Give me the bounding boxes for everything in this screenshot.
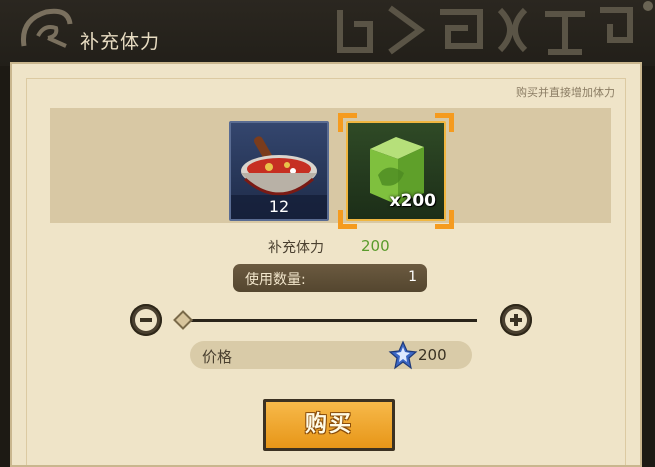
item-count-stew: 12 [231,195,327,219]
minus-icon [140,318,152,322]
increase-button[interactable] [500,304,532,336]
dialog-header: 补充体力 [0,0,655,66]
price-value: 200 [418,346,447,364]
hint-text: 购买并直接增加体力 [516,86,615,99]
item-strip [50,108,611,223]
quantity-bar: 使用数量: 1 [233,264,427,292]
plus-icon-stem [514,314,518,326]
item-slot-stew[interactable]: 12 [229,121,329,221]
buy-button[interactable]: 购买 [263,399,395,451]
item-slot-energy-cube[interactable]: x200 [338,113,454,229]
leaf-village-icon [20,8,73,48]
price-bar: 价格 200 [190,340,472,370]
stat-label: 补充体力 [268,240,324,256]
quantity-value: 1 [408,269,417,285]
item-count-energy: x200 [389,191,436,211]
quantity-slider[interactable] [182,319,477,322]
price-label: 价格 [202,348,233,366]
decrease-button[interactable] [130,304,162,336]
quantity-label: 使用数量: [245,272,306,288]
page-title: 补充体力 [80,31,161,53]
buy-button-label: 购买 [304,412,353,437]
crystal-icon [388,340,418,370]
header-ornament [337,1,653,55]
stat-value: 200 [361,237,390,255]
